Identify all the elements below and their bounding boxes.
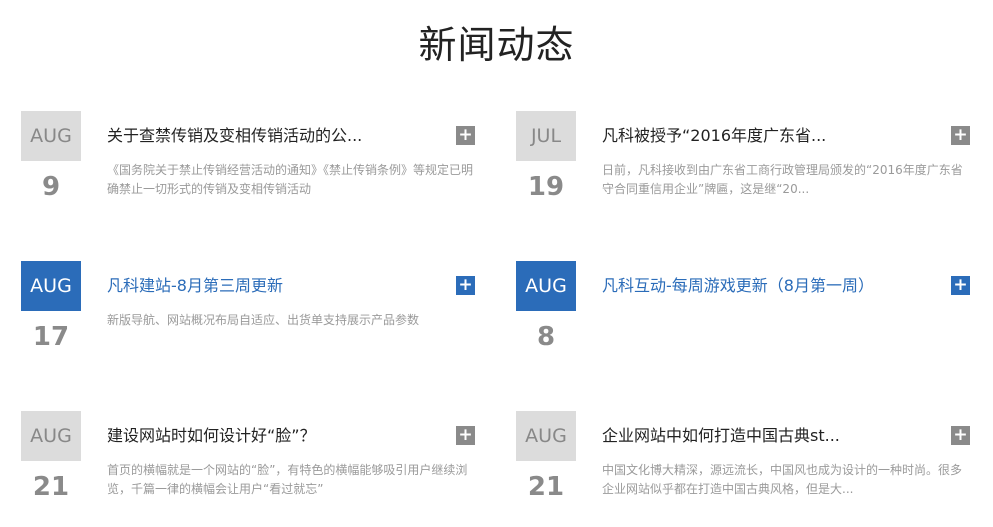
- date-day: 21: [527, 472, 565, 502]
- date-month: AUG: [21, 111, 81, 161]
- news-excerpt: 日前，凡科接收到由广东省工商行政管理局颁发的“2016年度广东省守合同重信用企业…: [602, 163, 963, 196]
- news-item[interactable]: AUG 21 建设网站时如何设计好“脸”？ + 首页的横幅就是一个网站的“脸”，…: [21, 411, 481, 511]
- date-day: 17: [32, 322, 70, 352]
- date-badge: AUG 21: [516, 411, 576, 505]
- plus-icon[interactable]: +: [951, 276, 970, 295]
- news-title-link[interactable]: 建设网站时如何设计好“脸”？: [107, 425, 427, 447]
- news-title-link[interactable]: 凡科互动-每周游戏更新（8月第一周）: [602, 275, 922, 297]
- date-month: AUG: [516, 261, 576, 311]
- news-grid: AUG 9 关于查禁传销及变相传销活动的公... + 《国务院关于禁止传销经营活…: [0, 0, 993, 527]
- date-badge: AUG 9: [21, 111, 81, 205]
- plus-icon[interactable]: +: [456, 126, 475, 145]
- date-badge: AUG 8: [516, 261, 576, 355]
- date-month: AUG: [21, 261, 81, 311]
- date-badge: AUG 17: [21, 261, 81, 355]
- date-badge: JUL 19: [516, 111, 576, 205]
- news-excerpt: 首页的横幅就是一个网站的“脸”，有特色的横幅能够吸引用户继续浏览，千篇一律的横幅…: [107, 463, 468, 496]
- news-title-link[interactable]: 企业网站中如何打造中国古典st...: [602, 425, 922, 447]
- plus-icon[interactable]: +: [951, 426, 970, 445]
- news-item-hovered[interactable]: AUG 17 凡科建站-8月第三周更新 + 新版导航、网站概况布局自适应、出货单…: [21, 261, 481, 361]
- news-item[interactable]: AUG 9 关于查禁传销及变相传销活动的公... + 《国务院关于禁止传销经营活…: [21, 111, 481, 211]
- date-month: AUG: [516, 411, 576, 461]
- news-item-hovered[interactable]: AUG 8 凡科互动-每周游戏更新（8月第一周） +: [516, 261, 976, 361]
- date-day: 19: [527, 172, 565, 202]
- plus-icon[interactable]: +: [951, 126, 970, 145]
- news-excerpt: 《国务院关于禁止传销经营活动的通知》《禁止传销条例》等规定已明确禁止一切形式的传…: [107, 163, 474, 196]
- date-month: JUL: [516, 111, 576, 161]
- news-title-link[interactable]: 凡科建站-8月第三周更新: [107, 275, 427, 297]
- date-day: 8: [536, 322, 556, 352]
- plus-icon[interactable]: +: [456, 426, 475, 445]
- date-badge: AUG 21: [21, 411, 81, 505]
- news-title-link[interactable]: 关于查禁传销及变相传销活动的公...: [107, 125, 427, 147]
- news-excerpt: 新版导航、网站概况布局自适应、出货单支持展示产品参数: [107, 313, 420, 327]
- date-day: 21: [32, 472, 70, 502]
- news-excerpt: 中国文化博大精深，源远流长，中国风也成为设计的一种时尚。很多企业网站似乎都在打造…: [602, 463, 963, 496]
- date-month: AUG: [21, 411, 81, 461]
- news-item[interactable]: JUL 19 凡科被授予“2016年度广东省... + 日前，凡科接收到由广东省…: [516, 111, 976, 211]
- plus-icon[interactable]: +: [456, 276, 475, 295]
- date-day: 9: [41, 172, 61, 202]
- news-title-link[interactable]: 凡科被授予“2016年度广东省...: [602, 125, 922, 147]
- news-item[interactable]: AUG 21 企业网站中如何打造中国古典st... + 中国文化博大精深，源远流…: [516, 411, 976, 511]
